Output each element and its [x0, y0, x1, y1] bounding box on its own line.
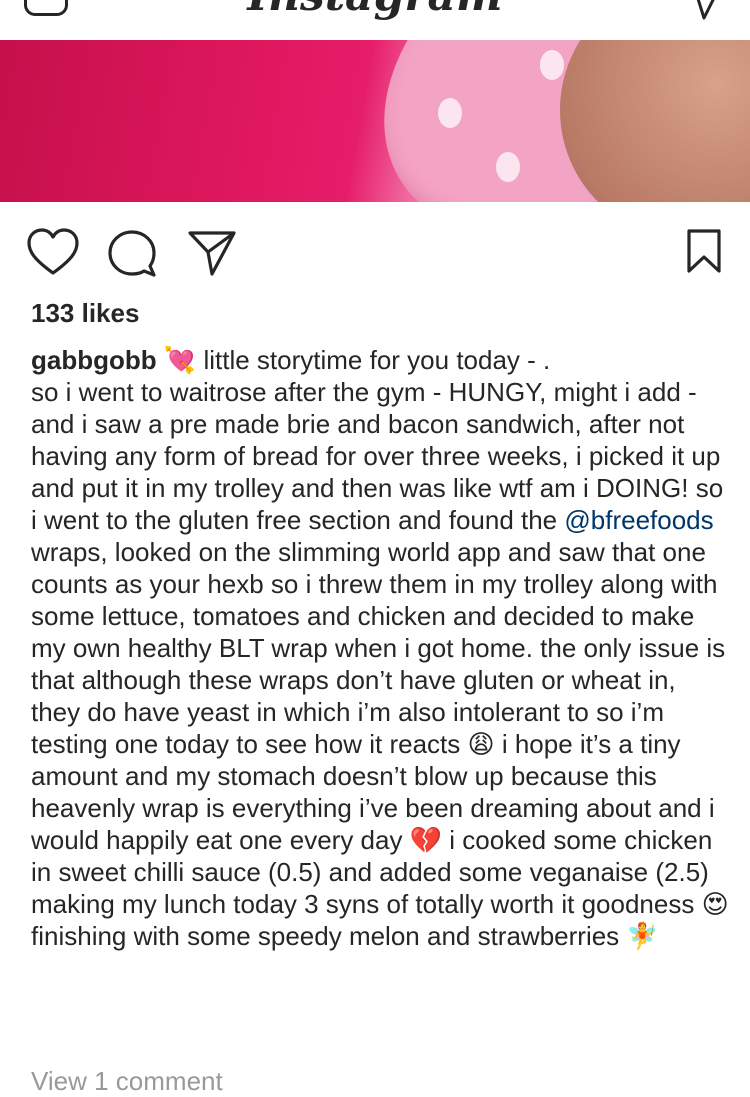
- cupid-heart-emoji: 💘: [163, 345, 197, 375]
- mention-link[interactable]: @bfreefoods: [564, 505, 713, 535]
- comment-icon[interactable]: [107, 228, 157, 278]
- plate-dot: [496, 152, 520, 182]
- heart-eyes-emoji: 😍: [701, 889, 729, 919]
- top-bar: Instagram: [0, 0, 750, 40]
- like-count[interactable]: 133 likes: [31, 298, 139, 329]
- heart-icon[interactable]: [27, 228, 79, 278]
- post-caption: gabbgobb 💘 little storytime for you toda…: [31, 344, 731, 952]
- caption-text: finishing with some speedy melon and str…: [31, 921, 627, 951]
- weary-face-emoji: 😩: [467, 729, 495, 759]
- share-icon[interactable]: [187, 228, 237, 278]
- direct-message-icon[interactable]: [690, 0, 730, 30]
- instagram-logo: Instagram: [0, 0, 750, 21]
- fairy-emoji: 🧚: [626, 921, 659, 951]
- username-link[interactable]: gabbgobb: [31, 345, 157, 375]
- post-actions: [0, 222, 750, 282]
- post-image[interactable]: [0, 40, 750, 202]
- plate-dot: [438, 98, 462, 128]
- broken-heart-emoji: 💔: [409, 825, 443, 855]
- plate-dot: [540, 50, 564, 80]
- caption-text: little storytime for you today - .: [196, 345, 551, 375]
- bookmark-icon[interactable]: [686, 228, 722, 274]
- view-comments-link[interactable]: View 1 comment: [31, 1066, 223, 1097]
- caption-text: wraps, looked on the slimming world app …: [31, 537, 726, 759]
- hand-shape: [560, 40, 750, 202]
